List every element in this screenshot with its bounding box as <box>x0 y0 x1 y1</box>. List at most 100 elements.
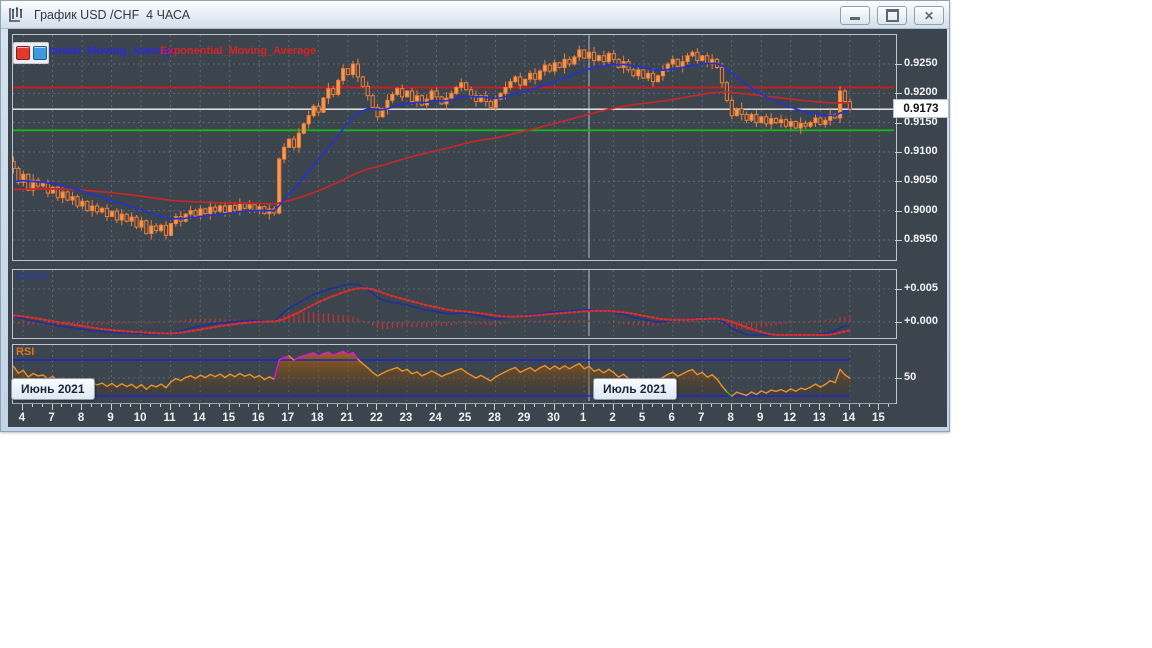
price-axis-label: +0.000 <box>904 315 938 327</box>
time-axis-tick <box>405 404 407 410</box>
time-axis-tick <box>681 404 683 407</box>
time-axis-tick <box>661 404 663 407</box>
time-axis-tick <box>445 404 447 407</box>
legend-ema-red-label: Exponential_Moving_Average <box>160 45 317 57</box>
time-axis-tick <box>356 404 358 407</box>
time-axis-label: 24 <box>429 412 442 424</box>
time-axis-tick <box>779 404 781 407</box>
time-axis-tick <box>51 404 53 410</box>
legend-chip-box <box>13 42 49 64</box>
price-axis-tick <box>895 211 902 212</box>
time-axis-tick <box>199 404 201 410</box>
time-axis-tick <box>602 404 604 407</box>
time-axis-tick <box>218 404 220 407</box>
time-axis-tick <box>533 404 535 407</box>
time-axis-tick <box>455 404 457 407</box>
time-axis-tick <box>336 404 338 407</box>
time-axis-label: 12 <box>783 412 797 424</box>
time-axis-label: 6 <box>668 412 675 424</box>
time-axis-tick <box>90 404 92 407</box>
time-axis-tick <box>386 404 388 407</box>
time-axis-tick <box>464 404 466 410</box>
price-axis-tick <box>895 181 902 182</box>
time-axis-tick <box>848 404 850 410</box>
time-axis-tick <box>179 404 181 407</box>
current-price-box: 0.9173 <box>893 99 949 118</box>
time-axis-label: 2 <box>609 412 616 424</box>
time-axis-tick <box>268 404 270 407</box>
price-axis-tick <box>895 378 902 379</box>
time-axis-tick <box>514 404 516 407</box>
time-axis-tick <box>494 404 496 410</box>
time-axis-tick <box>238 404 240 407</box>
time-axis-tick <box>327 404 329 407</box>
time-axis-label: 16 <box>251 412 265 424</box>
window-controls: ✕ <box>840 6 944 25</box>
price-axis-label: 0.9250 <box>904 57 938 69</box>
time-axis-tick <box>31 404 33 407</box>
macd-canvas[interactable] <box>13 270 894 336</box>
red-ema-chip[interactable] <box>15 46 30 60</box>
minimize-button[interactable] <box>840 6 870 25</box>
price-axis-tick <box>895 322 902 323</box>
time-axis-tick <box>297 404 299 407</box>
time-axis-tick <box>858 404 860 407</box>
time-axis-tick <box>22 404 23 410</box>
price-axis-label: 0.9000 <box>904 204 938 216</box>
time-axis-label: 17 <box>281 412 295 424</box>
time-axis-tick <box>730 404 732 410</box>
time-axis-tick <box>770 404 772 407</box>
time-axis-tick <box>612 404 614 410</box>
macd-panel[interactable]: MACD <box>12 269 897 339</box>
time-axis-tick <box>651 404 653 407</box>
price-axis-tick <box>895 64 902 65</box>
time-axis-tick <box>711 404 713 407</box>
time-axis-label: 29 <box>517 412 531 424</box>
rsi-canvas[interactable] <box>13 345 894 401</box>
time-axis-tick <box>149 404 151 407</box>
time-axis-label: 13 <box>812 412 826 424</box>
maximize-button[interactable] <box>877 6 907 25</box>
time-axis-label: 5 <box>638 412 646 424</box>
minimize-icon <box>850 17 860 20</box>
time-axis-tick <box>248 404 250 407</box>
time-axis: 4 7 8 9 10 11 14 15 16 17 18 21 22 23 24 25 28 29 30 1 2 5 6 7 8… <box>12 403 895 428</box>
maximize-icon <box>885 9 899 22</box>
time-axis-tick <box>740 404 742 407</box>
time-axis-tick <box>543 404 545 407</box>
close-button[interactable]: ✕ <box>914 6 944 25</box>
price-chart-panel[interactable]: Exponential_Moving_Average Exponential_M… <box>12 34 897 261</box>
time-axis-label: 9 <box>107 412 114 424</box>
time-axis-tick <box>61 404 63 407</box>
price-axis-label: 50 <box>904 371 917 383</box>
time-axis-tick <box>671 404 673 410</box>
rsi-label: RSI <box>16 346 35 358</box>
time-axis-tick <box>110 404 112 410</box>
time-axis-tick <box>140 404 142 410</box>
time-axis-tick <box>396 404 398 407</box>
price-axis-tick <box>895 93 902 94</box>
time-axis-tick <box>720 404 722 407</box>
time-axis-tick <box>789 404 791 410</box>
time-axis-tick <box>504 404 506 407</box>
price-chart-canvas[interactable] <box>13 35 894 258</box>
chart-client-area: Exponential_Moving_Average Exponential_M… <box>8 29 949 428</box>
time-axis-tick <box>524 404 525 410</box>
titlebar[interactable]: График USD /CHF 4 ЧАСА ✕ <box>1 1 949 29</box>
window-title: График USD /CHF 4 ЧАСА <box>34 7 191 22</box>
time-axis-tick <box>809 404 811 407</box>
time-axis-tick <box>120 404 122 407</box>
month-tag-june: Июнь 2021 <box>11 378 95 400</box>
time-axis-tick <box>691 404 693 407</box>
time-axis-label: 30 <box>547 412 560 424</box>
rsi-panel[interactable]: RSI <box>12 344 897 404</box>
time-axis-tick <box>829 404 831 407</box>
time-axis-tick <box>819 404 821 410</box>
time-axis-label: 15 <box>871 412 885 424</box>
time-axis-label: 22 <box>369 412 383 424</box>
time-axis-tick <box>81 404 83 410</box>
blue-ema-chip[interactable] <box>32 46 47 60</box>
time-axis-label: 11 <box>163 412 176 424</box>
price-axis-label: 0.9200 <box>904 86 938 98</box>
time-axis-label: 9 <box>757 412 764 424</box>
